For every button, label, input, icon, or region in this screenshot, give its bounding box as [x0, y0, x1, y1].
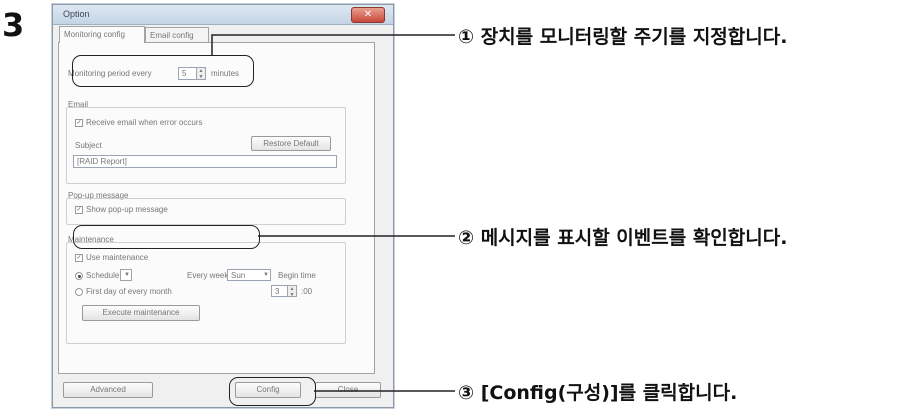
annotation-1: ① 장치를 모니터링할 주기를 지정합니다. [458, 26, 788, 48]
callout-lines [211, 34, 455, 392]
callout-line-1 [211, 34, 455, 55]
annotation-2: ② 메시지를 표시할 이벤트를 확인합니다. [458, 227, 788, 249]
tab-monitoring-config[interactable]: Monitoring config [59, 26, 145, 43]
annotation-3: ③ [Config(구성)]를 클릭합니다. [458, 382, 738, 404]
